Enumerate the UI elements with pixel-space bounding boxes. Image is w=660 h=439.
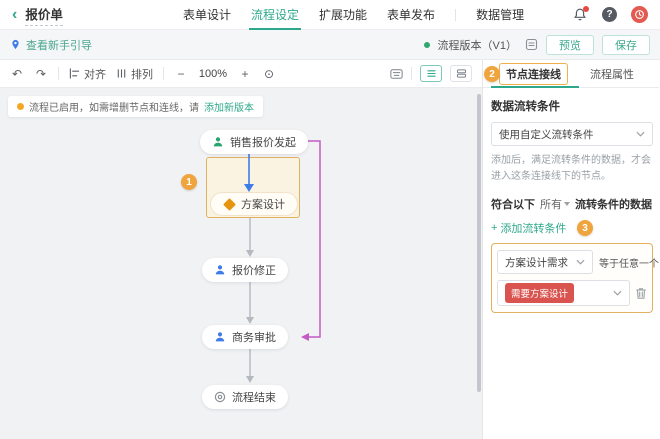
match-mode-value: 所有 [540, 196, 562, 212]
help-icon[interactable]: ? [602, 7, 617, 22]
tutorial-badge-2: 2 [484, 66, 500, 82]
add-condition-row: + 添加流转条件 3 [491, 220, 653, 236]
list-view-icon [426, 69, 437, 78]
align-icon [69, 68, 80, 79]
card-view-icon [456, 69, 467, 78]
flow-node-start[interactable]: 销售报价发起 [200, 130, 308, 154]
flow-enabled-toast: 流程已启用，如需增删节点和连线，请 添加新版本 [8, 96, 263, 117]
notifications-bell-icon[interactable] [572, 7, 588, 23]
condition-mode-select[interactable]: 使用自定义流转条件 [491, 122, 653, 146]
info-dot-icon [17, 103, 24, 110]
page-title: 报价单 [25, 4, 63, 26]
newbie-guide-link[interactable]: 查看新手引导 [10, 37, 92, 53]
align-label: 对齐 [84, 66, 106, 82]
map-pin-icon [10, 39, 21, 50]
preview-button[interactable]: 预览 [546, 35, 594, 55]
plus-icon: + [491, 222, 497, 234]
app-header: ‹ 报价单 表单设计 流程设定 扩展功能 表单发布 数据管理 ? [0, 0, 660, 30]
condition-mode-value: 使用自定义流转条件 [499, 127, 632, 142]
condition-value-select[interactable]: 需要方案设计 [497, 280, 630, 306]
tab-form-design[interactable]: 表单设计 [183, 0, 231, 30]
zoom-in-icon[interactable]: + [238, 67, 252, 81]
arrange-button[interactable]: 排列 [116, 66, 153, 82]
node-label: 流程结束 [232, 389, 276, 405]
target-icon [214, 391, 226, 403]
tutorial-badge-1: 1 [181, 174, 197, 190]
condition-value-tag: 需要方案设计 [505, 283, 574, 303]
sub-toolbar: 查看新手引导 流程版本（V1） 预览 保存 [0, 30, 660, 60]
node-label: 商务审批 [232, 329, 276, 345]
add-new-version-link[interactable]: 添加新版本 [204, 99, 254, 114]
settings-panel: 2 节点连接线 流程属性 数据流转条件 使用自定义流转条件 添加后，满足流转条件… [483, 60, 659, 439]
zoom-out-icon[interactable]: − [174, 67, 188, 81]
shortcut-icon[interactable] [389, 67, 403, 81]
main-tabs: 表单设计 流程设定 扩展功能 表单发布 数据管理 [183, 0, 524, 30]
caret-down-icon [564, 202, 570, 206]
condition-field-select[interactable]: 方案设计需求 [497, 250, 593, 274]
card-view-toggle[interactable] [450, 65, 472, 82]
user-avatar[interactable] [631, 6, 648, 23]
arrange-label: 排列 [131, 66, 153, 82]
condition-operator-select[interactable]: 等于任意一个 [599, 255, 660, 270]
condition-operator-value: 等于任意一个 [599, 255, 659, 270]
flow-version-label: 流程版本（V1） [438, 37, 517, 53]
node-label: 方案设计 [241, 196, 285, 212]
version-history-icon[interactable] [525, 38, 538, 51]
fit-view-icon[interactable]: ⊙ [262, 67, 276, 81]
tab-flow-properties[interactable]: 流程属性 [590, 66, 634, 82]
tab-flow-settings[interactable]: 流程设定 [251, 0, 299, 30]
tab-form-publish[interactable]: 表单发布 [387, 0, 435, 30]
flow-node-revise[interactable]: 报价修正 [202, 258, 288, 282]
add-condition-label: 添加流转条件 [500, 220, 566, 236]
section-title: 数据流转条件 [491, 98, 653, 114]
add-condition-link[interactable]: + 添加流转条件 [491, 220, 566, 236]
version-status-dot [424, 42, 430, 48]
zoom-level: 100% [198, 68, 228, 80]
node-label: 销售报价发起 [230, 134, 296, 150]
list-view-toggle[interactable] [420, 65, 442, 82]
notification-dot [583, 6, 589, 12]
toolbar-divider [411, 67, 412, 80]
person-icon-green [212, 136, 224, 148]
align-button[interactable]: 对齐 [69, 66, 106, 82]
tab-extensions[interactable]: 扩展功能 [319, 0, 367, 30]
condition-field-value: 方案设计需求 [505, 255, 572, 270]
toolbar-divider [163, 67, 164, 80]
match-mode-select[interactable]: 所有 [540, 196, 570, 212]
panel-tabs: 2 节点连接线 流程属性 [483, 60, 659, 88]
back-icon[interactable]: ‹ [12, 7, 17, 23]
toast-text: 流程已启用，如需增删节点和连线，请 [29, 99, 199, 114]
chevron-down-icon [636, 131, 645, 137]
flow-node-approve[interactable]: 商务审批 [202, 325, 288, 349]
tab-node-connector[interactable]: 节点连接线 [499, 63, 568, 85]
canvas-scrollbar[interactable] [477, 94, 481, 392]
save-button[interactable]: 保存 [602, 35, 650, 55]
helper-text: 添加后，满足流转条件的数据，才会进入这条连接线下的节点。 [491, 153, 653, 184]
flow-node-design[interactable]: 方案设计 [210, 192, 298, 216]
tab-divider [455, 9, 456, 21]
flow-canvas[interactable]: 流程已启用，如需增删节点和连线，请 添加新版本 [0, 88, 482, 439]
person-icon-blue [214, 331, 226, 343]
arrange-icon [116, 68, 127, 79]
tutorial-badge-3: 3 [577, 220, 593, 236]
toolbar-divider [58, 67, 59, 80]
match-rule-row: 符合以下 所有 流转条件的数据 [491, 196, 653, 212]
chevron-down-icon [613, 290, 622, 296]
canvas-toolbar: ↶ ↷ 对齐 排列 − 100% + ⊙ [0, 60, 482, 88]
match-suffix: 流转条件的数据 [575, 196, 652, 212]
flow-node-end[interactable]: 流程结束 [202, 385, 288, 409]
chevron-down-icon [576, 259, 585, 265]
guide-link-label: 查看新手引导 [26, 37, 92, 53]
condition-highlight-box: 方案设计需求 等于任意一个 需要方案设计 [491, 243, 653, 313]
diamond-icon [223, 198, 235, 210]
match-prefix: 符合以下 [491, 196, 535, 212]
redo-icon[interactable]: ↷ [34, 67, 48, 81]
node-label: 报价修正 [232, 262, 276, 278]
person-icon-blue [214, 264, 226, 276]
undo-icon[interactable]: ↶ [10, 67, 24, 81]
trash-icon[interactable] [635, 287, 647, 300]
tab-data-management[interactable]: 数据管理 [476, 0, 524, 30]
